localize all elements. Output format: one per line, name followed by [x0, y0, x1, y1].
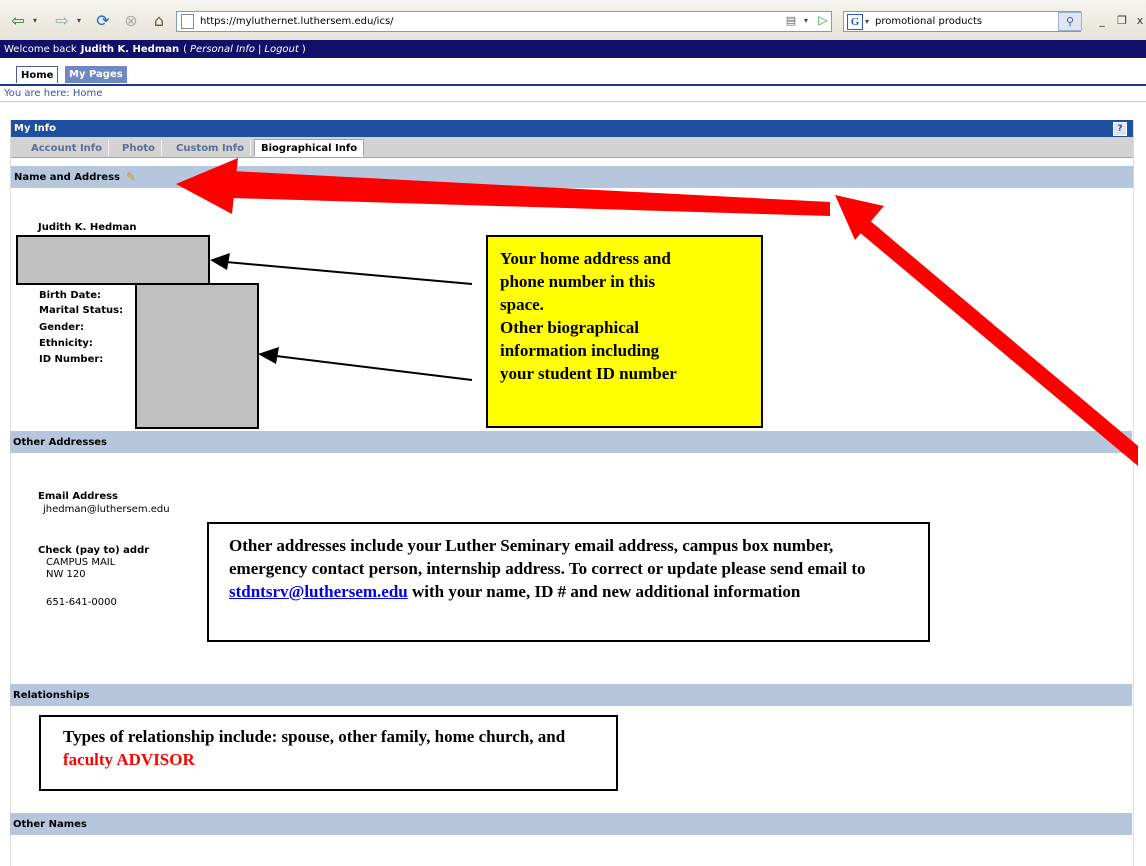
relationships-title: Relationships — [13, 689, 90, 701]
callout-text: Other addresses include your Luther Semi… — [229, 536, 866, 578]
callout-line: information including — [500, 341, 660, 360]
other-addresses-title: Other Addresses — [13, 436, 108, 448]
tab-home[interactable]: Home — [16, 66, 59, 83]
callout-text: Types of relationship include: spouse, o… — [63, 727, 566, 746]
field-gender: Gender: — [39, 322, 84, 333]
personal-info-link[interactable]: Personal Info — [190, 44, 255, 55]
tab-my-pages[interactable]: My Pages — [65, 66, 127, 83]
back-icon[interactable]: ⇦ — [6, 10, 30, 30]
back-dropdown-icon[interactable]: ▾ — [30, 10, 40, 30]
callout-line: Your home address and — [500, 249, 671, 268]
tab-custom-info[interactable]: Custom Info — [170, 140, 252, 156]
pencil-edit-icon[interactable]: ✎ — [126, 170, 136, 184]
breadcrumb: You are here: Home — [0, 84, 1146, 102]
google-icon[interactable]: G — [847, 13, 863, 30]
search-engine-dropdown-icon[interactable]: ▾ — [865, 17, 869, 26]
full-name: Judith K. Hedman — [38, 222, 137, 233]
callout-line: Other biographical — [500, 318, 639, 337]
field-ethnicity: Ethnicity: — [39, 338, 93, 349]
search-input[interactable]: promotional products — [875, 16, 982, 27]
forward-icon[interactable]: ⇨ — [50, 10, 74, 30]
panel-title: My Info — [14, 123, 57, 134]
logout-link[interactable]: Logout — [264, 44, 298, 55]
help-icon[interactable]: ? — [1113, 122, 1127, 136]
info-tabs: Account Info Photo Custom Info Biographi… — [11, 137, 1133, 158]
email-label: Email Address — [38, 491, 119, 502]
name-address-title: Name and Address — [14, 171, 120, 183]
faculty-advisor-highlight: faculty ADVISOR — [63, 750, 195, 769]
other-addresses-header: Other Addresses — [10, 431, 1132, 453]
callout-line: phone number in this — [500, 272, 656, 291]
search-box[interactable]: G ▾ promotional products — [843, 11, 1081, 32]
history-dropdown-icon[interactable]: ▾ — [800, 10, 812, 30]
relationships-callout: Types of relationship include: spouse, o… — [39, 715, 618, 791]
field-birth-date: Birth Date: — [39, 290, 101, 301]
tab-account-info[interactable]: Account Info — [25, 140, 110, 156]
user-name: Judith K. Hedman — [80, 43, 180, 55]
stop-icon[interactable]: ⊗ — [120, 10, 142, 30]
student-services-email-link[interactable]: stdntsrv@luthersem.edu — [229, 582, 408, 601]
name-address-header: Name and Address ✎ — [11, 166, 1133, 188]
page-icon — [181, 14, 194, 29]
panel-header: My Info ? — [11, 120, 1133, 137]
reload-icon[interactable]: ⟳ — [92, 10, 114, 30]
check-address-line2: NW 120 — [46, 569, 86, 580]
bio-info-redacted — [135, 283, 259, 429]
callout-line: your student ID number — [500, 364, 677, 383]
check-address-label: Check (pay to) addr — [38, 545, 150, 556]
home-address-callout: Your home address and phone number in th… — [486, 235, 763, 428]
minimize-icon[interactable]: _ — [1094, 10, 1110, 30]
welcome-bar: Welcome back Judith K. Hedman ( Personal… — [0, 40, 1146, 58]
tab-photo[interactable]: Photo — [116, 140, 162, 156]
tab-biographical-info[interactable]: Biographical Info — [254, 139, 365, 157]
phone-number: 651-641-0000 — [46, 597, 117, 608]
other-addresses-callout: Other addresses include your Luther Semi… — [207, 522, 930, 642]
email-value: jhedman@luthersem.edu — [43, 504, 170, 515]
callout-line: space. — [500, 295, 544, 314]
relationships-header: Relationships — [10, 684, 1132, 706]
site-icon: ▤ — [785, 13, 797, 27]
welcome-text: Welcome back — [4, 43, 77, 55]
check-address-line1: CAMPUS MAIL — [46, 557, 116, 568]
browser-toolbar: ⇦ ▾ ⇨ ▾ ⟳ ⊗ ⌂ https://myluthernet.luther… — [0, 0, 1146, 41]
forward-dropdown-icon[interactable]: ▾ — [74, 10, 84, 30]
other-names-header: Other Names — [10, 813, 1132, 835]
home-icon[interactable]: ⌂ — [148, 10, 170, 30]
field-id-number: ID Number: — [39, 354, 104, 365]
home-address-redacted — [16, 235, 210, 285]
field-marital-status: Marital Status: — [39, 305, 124, 316]
other-names-title: Other Names — [13, 818, 87, 830]
url-text: https://myluthernet.luthersem.edu/ics/ — [200, 16, 394, 27]
page-tabs: Home My Pages — [0, 58, 1146, 84]
close-icon[interactable]: x — [1134, 10, 1146, 30]
callout-text: with your name, ID # and new additional … — [407, 582, 801, 601]
restore-icon[interactable]: ❐ — [1114, 10, 1130, 30]
separator: | — [258, 43, 262, 55]
address-bar[interactable]: https://myluthernet.luthersem.edu/ics/ — [176, 11, 832, 32]
search-icon[interactable]: ⚲ — [1058, 12, 1082, 31]
go-icon[interactable]: ▷ — [814, 10, 832, 30]
